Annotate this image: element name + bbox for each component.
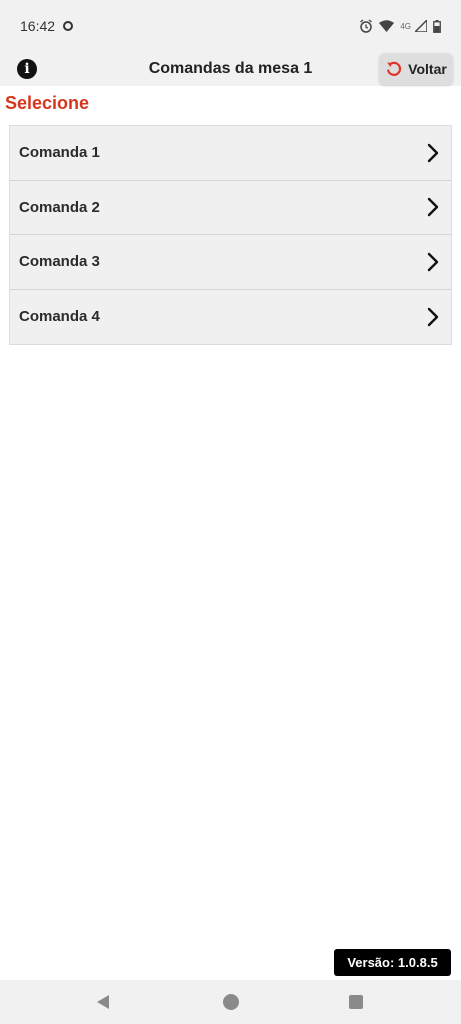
- signal-icon: [415, 20, 427, 32]
- chevron-right-icon: [427, 252, 439, 271]
- list-item-comanda-2[interactable]: Comanda 2: [10, 181, 451, 235]
- back-button-label: Voltar: [408, 61, 447, 77]
- section-title: Selecione: [5, 93, 90, 113]
- nav-back-icon[interactable]: [96, 994, 110, 1010]
- list-item-label: Comanda 2: [19, 198, 100, 216]
- network-label: 4G: [400, 21, 411, 31]
- alarm-icon: [360, 19, 373, 33]
- system-nav-bar: [0, 980, 461, 1024]
- battery-icon: [433, 19, 441, 33]
- list-item-comanda-1[interactable]: Comanda 1: [10, 126, 451, 181]
- status-time: 16:42: [20, 18, 56, 34]
- back-button[interactable]: Voltar: [379, 53, 453, 85]
- chevron-right-icon: [427, 307, 439, 326]
- nav-home-icon[interactable]: [223, 994, 239, 1010]
- list-item-comanda-4[interactable]: Comanda 4: [10, 290, 451, 345]
- info-icon[interactable]: i: [17, 59, 37, 79]
- list-item-comanda-3[interactable]: Comanda 3: [10, 235, 451, 290]
- chevron-right-icon: [427, 198, 439, 217]
- chevron-right-icon: [427, 143, 439, 162]
- undo-arrow-icon: [387, 61, 402, 76]
- ring-indicator-icon: [63, 21, 74, 31]
- version-badge: Versão: 1.0.8.5: [334, 949, 451, 976]
- list-item-label: Comanda 4: [19, 308, 100, 326]
- app-bar: i Comandas da mesa 1 Voltar: [0, 52, 461, 86]
- wifi-icon: [379, 20, 395, 32]
- list-item-label: Comanda 1: [19, 144, 100, 162]
- comanda-list: Comanda 1 Comanda 2 Comanda 3 Comanda 4: [9, 125, 452, 345]
- status-bar: 16:42 4G: [0, 0, 461, 52]
- status-right: 4G: [359, 19, 441, 33]
- list-item-label: Comanda 3: [19, 253, 100, 271]
- status-left: 16:42: [20, 18, 74, 34]
- nav-recents-icon[interactable]: [349, 995, 363, 1009]
